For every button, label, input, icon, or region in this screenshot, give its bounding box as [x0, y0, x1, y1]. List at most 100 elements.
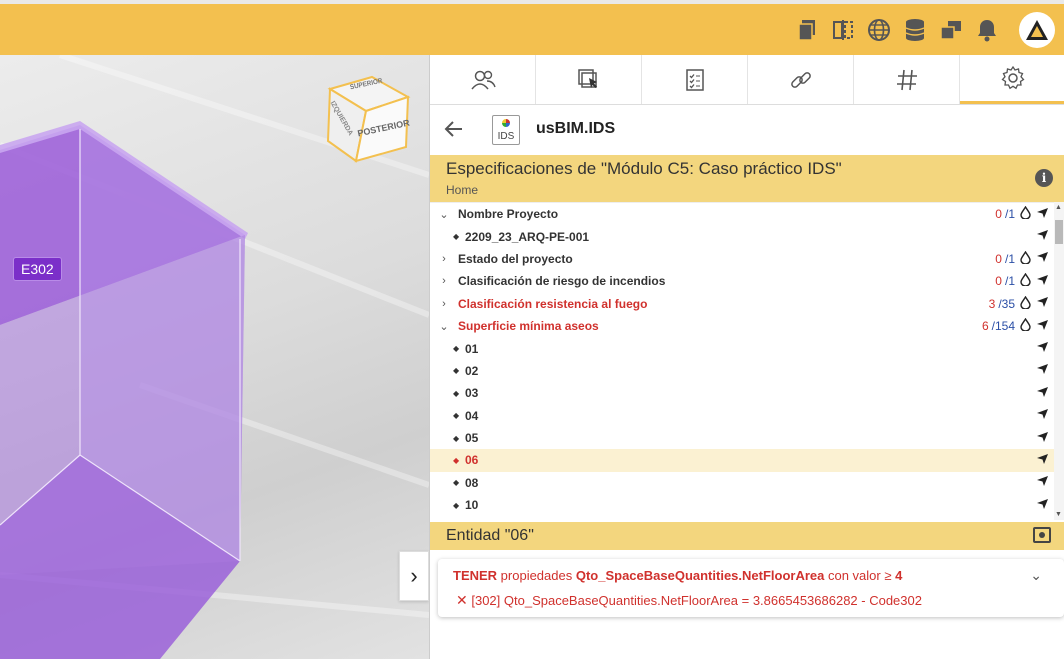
- info-icon[interactable]: i: [1035, 169, 1053, 187]
- send-icon[interactable]: [1035, 431, 1049, 446]
- isolate-icon[interactable]: [1019, 273, 1031, 289]
- toolbar-icons: [794, 4, 1000, 55]
- chevron-right-icon[interactable]: ›: [438, 298, 450, 310]
- tree-item-label: 05: [465, 431, 479, 446]
- windows-icon[interactable]: [938, 17, 964, 43]
- bullet-icon: ◆: [453, 366, 460, 376]
- send-icon[interactable]: [1035, 341, 1049, 356]
- tab-checklist[interactable]: [642, 55, 748, 104]
- send-icon[interactable]: [1035, 319, 1049, 334]
- tree-item-label: Superficie mínima aseos: [458, 319, 599, 334]
- tree-group-row[interactable]: ⌄ Nombre Proyecto 0/1: [430, 203, 1064, 225]
- bell-icon[interactable]: [974, 17, 1000, 43]
- space-label[interactable]: E302: [13, 257, 62, 281]
- send-icon[interactable]: [1035, 363, 1049, 378]
- chevron-right-icon[interactable]: ›: [438, 253, 450, 265]
- bullet-icon: ◆: [453, 232, 460, 242]
- tree-item-label: 2209_23_ARQ-PE-001: [465, 229, 590, 244]
- link-icon: [790, 71, 811, 88]
- tree-leaf-row[interactable]: ◆ 03: [430, 382, 1064, 404]
- requirement-value: 4: [895, 568, 903, 583]
- tree-scrollbar[interactable]: ▲ ▼: [1054, 202, 1064, 520]
- issue-count-failed: 0: [995, 207, 1002, 222]
- ids-panel: IDS usBIM.IDS Especificaciones de "Módul…: [429, 55, 1064, 659]
- tree-group-row[interactable]: ⌄ Superficie mínima aseos 6/154: [430, 315, 1064, 337]
- tree-group-row[interactable]: › Clasificación de riesgo de incendios 0/1: [430, 270, 1064, 292]
- isolate-icon[interactable]: [1019, 295, 1031, 312]
- back-arrow-icon[interactable]: [444, 119, 464, 145]
- send-icon[interactable]: [1035, 229, 1049, 244]
- send-icon[interactable]: [1035, 453, 1049, 468]
- send-icon[interactable]: [1035, 296, 1049, 311]
- ids-logo: IDS: [492, 115, 520, 145]
- tree-leaf-row[interactable]: ◆ 01: [430, 337, 1064, 359]
- select-model-icon: [577, 68, 597, 88]
- tree-group-row[interactable]: › Estado del proyecto 0/1: [430, 248, 1064, 270]
- send-icon[interactable]: [1035, 386, 1049, 401]
- tree-leaf-row[interactable]: ◆ 02: [430, 360, 1064, 382]
- tab-hash[interactable]: [854, 55, 960, 104]
- requirement-text-1: propiedades: [497, 568, 576, 583]
- issue-count: 6/154: [982, 319, 1015, 333]
- issue-count-total: /1: [1004, 207, 1015, 222]
- hash-icon: [896, 69, 917, 90]
- isolate-icon[interactable]: [1019, 205, 1031, 222]
- 3d-viewport[interactable]: SUPERIOR POSTERIOR IZQUIERDA E302 ›: [0, 55, 429, 659]
- tab-settings[interactable]: [960, 55, 1064, 104]
- users-icon: [470, 70, 496, 89]
- expand-panel-button[interactable]: ›: [399, 551, 429, 601]
- chevron-down-icon[interactable]: ⌄: [438, 320, 450, 333]
- tree-group-row[interactable]: › Clasificación resistencia al fuego 3/35: [430, 293, 1064, 315]
- issue-count-total: /1: [1004, 251, 1015, 266]
- tree-leaf-row[interactable]: ◆ 2209_23_ARQ-PE-001: [430, 225, 1064, 247]
- specification-tree: ⌄ Nombre Proyecto 0/1 ◆ 2209_23_ARQ-PE-001 › E…: [430, 202, 1064, 520]
- breadcrumb[interactable]: Home: [446, 183, 478, 197]
- tree-item-label: 10: [465, 498, 479, 513]
- chevron-down-icon[interactable]: ⌄: [1030, 567, 1042, 584]
- send-icon[interactable]: [1035, 207, 1049, 222]
- database-icon[interactable]: [902, 17, 928, 43]
- specifications-header: Especificaciones de "Módulo C5: Caso prá…: [430, 155, 1064, 202]
- chevron-down-icon[interactable]: ⌄: [438, 208, 450, 221]
- chevron-right-icon[interactable]: ›: [438, 275, 450, 287]
- issue-count-failed: 0: [995, 274, 1002, 289]
- tree-leaf-row[interactable]: ◆ 05: [430, 427, 1064, 449]
- requirement-property: Qto_SpaceBaseQuantities.NetFloorArea: [575, 568, 825, 583]
- isolate-icon[interactable]: [1019, 250, 1031, 267]
- issue-count-failed: 6: [981, 319, 989, 334]
- tree-item-label: 01: [465, 341, 479, 356]
- error-x-icon: ✕: [456, 592, 468, 608]
- bullet-icon: ◆: [453, 344, 460, 354]
- requirement-verb: TENER: [453, 568, 498, 583]
- tree-leaf-row[interactable]: ◆ 08: [430, 472, 1064, 494]
- checklist-icon: [685, 68, 704, 91]
- send-icon[interactable]: [1035, 498, 1049, 513]
- tab-select-model[interactable]: [536, 55, 642, 104]
- globe-icon[interactable]: [866, 17, 892, 43]
- scrollbar-thumb[interactable]: [1055, 220, 1063, 244]
- chevron-right-icon: ›: [410, 563, 418, 588]
- tree-item-label: 02: [465, 363, 479, 378]
- tree-item-label: Clasificación resistencia al fuego: [458, 296, 648, 311]
- tree-leaf-row[interactable]: ◆ 06: [430, 449, 1064, 472]
- documents-icon[interactable]: [794, 17, 820, 43]
- bullet-icon: ◆: [453, 388, 460, 398]
- send-icon[interactable]: [1035, 475, 1049, 490]
- tree-leaf-row[interactable]: ◆ 10: [430, 494, 1064, 516]
- requirement-text: TENER propiedades Qto_SpaceBaseQuantitie…: [453, 568, 902, 583]
- send-icon[interactable]: [1035, 251, 1049, 266]
- send-icon[interactable]: [1035, 408, 1049, 423]
- tab-links[interactable]: [748, 55, 854, 104]
- settings-icon: [1001, 65, 1024, 90]
- issue-count: 0/1: [995, 252, 1015, 266]
- eye-icon[interactable]: [1033, 527, 1051, 543]
- isolate-icon[interactable]: [1019, 317, 1031, 334]
- entity-header: Entidad "06": [430, 522, 1064, 550]
- issue-count-failed: 0: [995, 251, 1002, 266]
- send-icon[interactable]: [1035, 274, 1049, 289]
- user-avatar[interactable]: [1019, 12, 1055, 48]
- tree-leaf-row[interactable]: ◆ 04: [430, 405, 1064, 427]
- issue-count-total: /35: [998, 296, 1015, 311]
- compare-icon[interactable]: [830, 17, 856, 43]
- tab-users[interactable]: [430, 55, 536, 104]
